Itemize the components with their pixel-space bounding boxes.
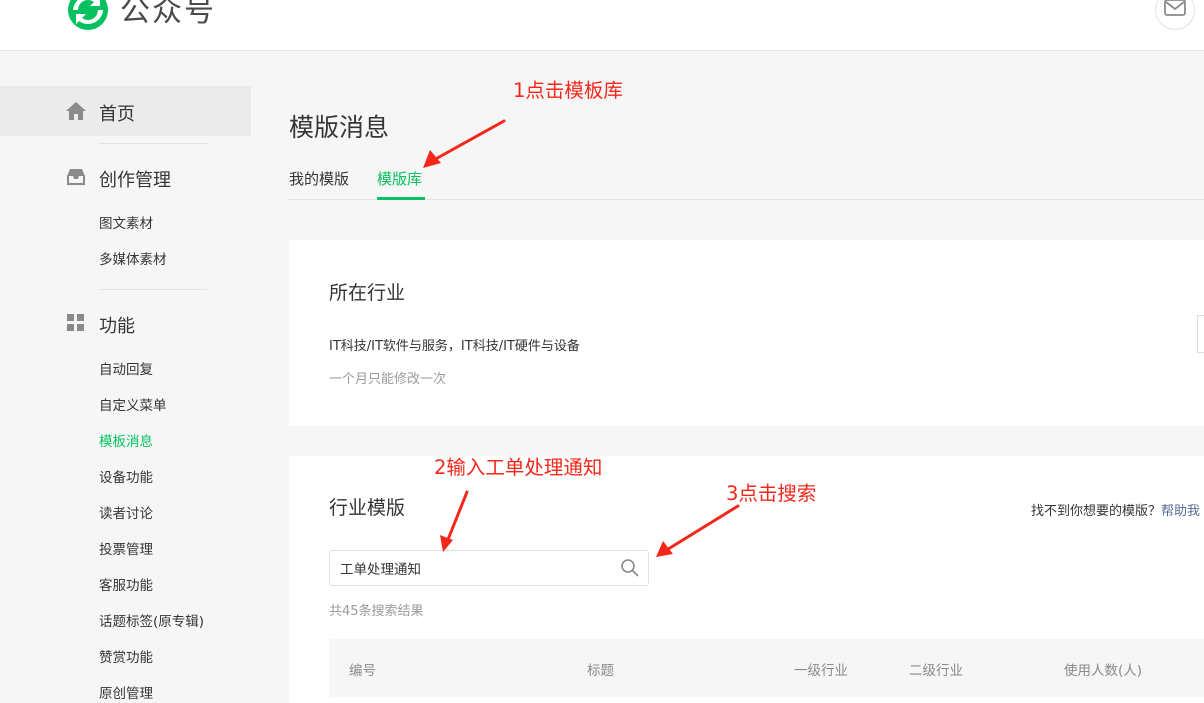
arrow-step2 [440,490,469,552]
annotation-arrows [423,119,740,557]
arrow-step1 [423,119,506,168]
arrow-step3 [656,504,740,557]
